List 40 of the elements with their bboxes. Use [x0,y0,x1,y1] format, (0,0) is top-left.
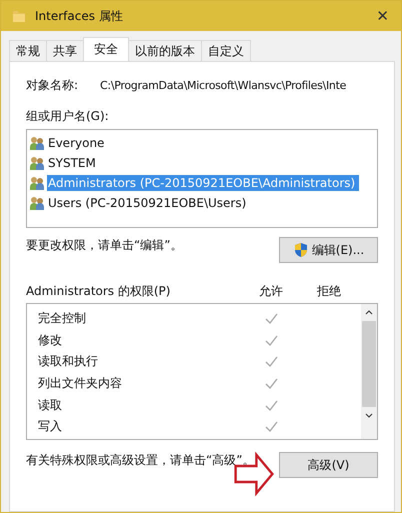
scroll-down-icon [364,411,374,420]
close-button[interactable]: ✕ [370,7,395,25]
permission-name: 写入 [37,418,63,436]
shield-icon [292,242,309,258]
permission-name: 修改 [37,332,63,349]
permission-row[interactable]: 读取和执行 [27,351,361,373]
object-name-label: 对象名称: [26,76,78,94]
folder-icon [11,8,27,24]
permission-row[interactable]: 列出文件夹内容 [27,372,361,394]
permission-name: 读取和执行 [37,353,99,370]
permission-row[interactable]: 完全控制 [27,308,361,330]
scroll-thumb[interactable] [362,321,376,407]
permission-name: 读取 [37,396,63,414]
permission-row[interactable]: 写入 [27,416,361,438]
permission-row[interactable]: 读取 [27,394,361,416]
user-item[interactable]: Everyone [29,133,375,153]
tab[interactable]: 常规 [9,40,47,61]
permissions-label: Administrators 的权限(P) [26,282,172,300]
users-icon [29,175,45,191]
column-header: 允许 [258,282,284,300]
object-path: C:\ProgramData\Microsoft\Wlansvc\Profiles\Inte [100,78,346,92]
permission-row[interactable]: 修改 [27,330,361,352]
window-title: Interfaces 属性 [35,8,124,24]
tab[interactable]: 安全 [83,37,129,61]
permission-name: 完全控制 [37,310,87,328]
advanced-hint: 有关特殊权限或高级设置，请单击“高级”。 [26,452,254,469]
advanced-button[interactable]: 高级(V) [279,452,378,478]
users-icon [29,195,45,211]
users-icon [29,135,45,151]
scrollbar[interactable] [361,304,377,439]
user-item[interactable]: SYSTEM [29,153,375,173]
column-header: 拒绝 [316,282,342,300]
users-icon [29,155,45,171]
edit-hint: 要更改权限，请单击“编辑”。 [26,237,182,254]
tab[interactable]: 自定义 [201,40,251,61]
edit-button[interactable]: 编辑(E)... [279,237,378,263]
scroll-up-icon [364,308,374,317]
user-item[interactable]: Users (PC-20150921EOBE\Users) [29,193,375,213]
groups-label: 组或用户名(G): [26,108,110,125]
permission-name: 列出文件夹内容 [37,375,123,392]
